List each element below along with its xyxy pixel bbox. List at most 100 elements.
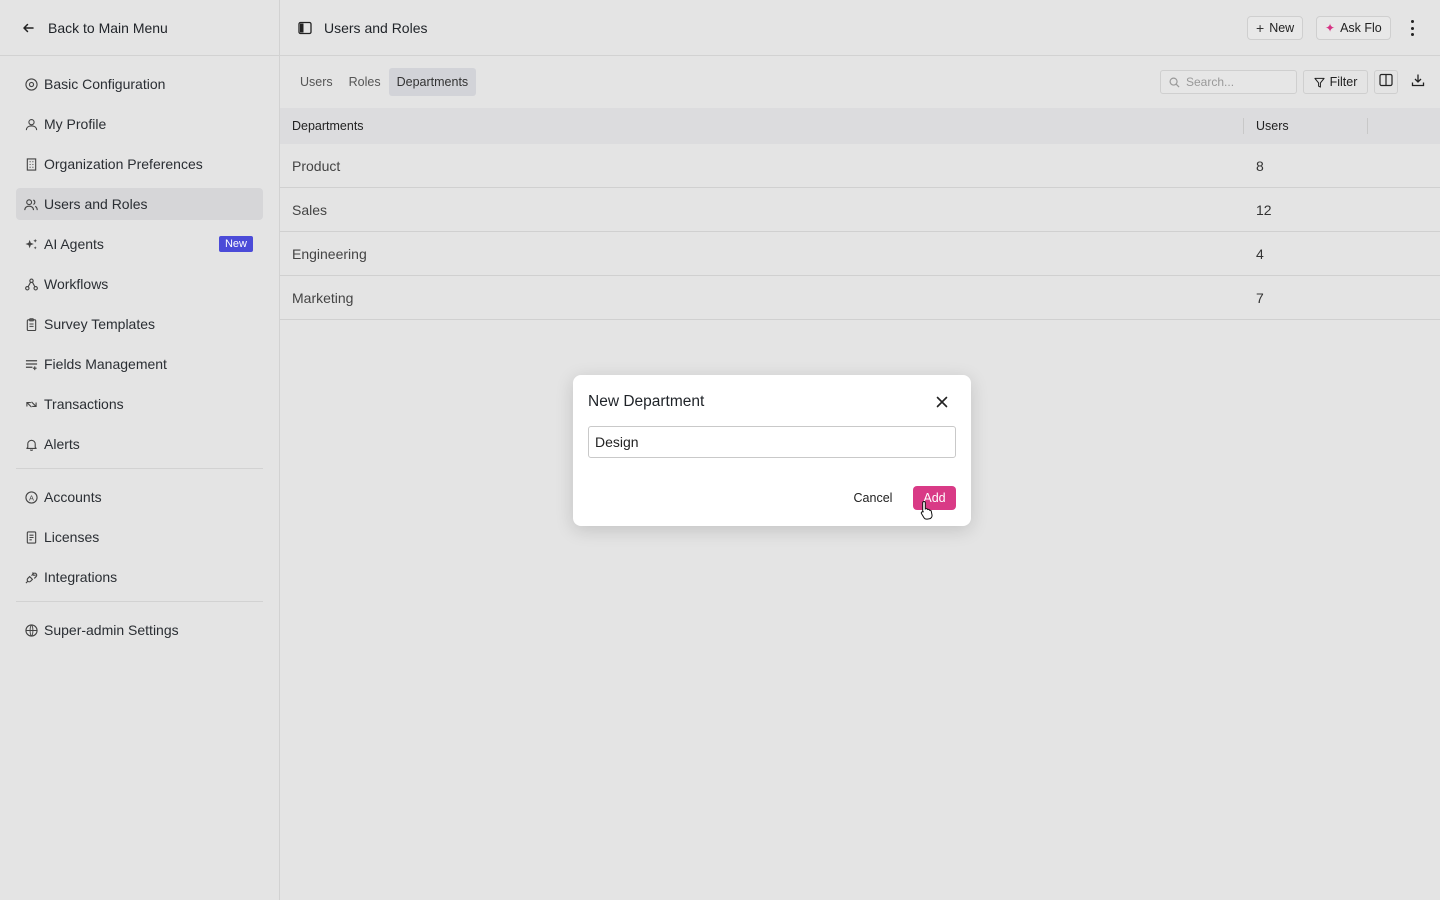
more-menu-icon[interactable] [1404,18,1420,38]
sparkle-icon: ✦ [1325,21,1336,35]
department-user-count: 12 [1256,202,1272,218]
department-user-count: 7 [1256,290,1264,306]
sidebar-item-my-profile[interactable]: My Profile [16,108,263,140]
page-title: Users and Roles [324,19,428,36]
toolbar: Users Roles Departments Search... Filter [280,56,1440,108]
sidebar-item-licenses[interactable]: Licenses [16,521,263,553]
sidebar-nav: Basic Configuration My Profile Organizat… [0,56,279,646]
arrow-left-icon [20,20,36,36]
sidebar-item-basic-configuration[interactable]: Basic Configuration [16,68,263,100]
column-resize-handle[interactable] [1243,118,1244,134]
table-row[interactable]: Marketing 7 [280,276,1440,320]
column-resize-handle[interactable] [1367,118,1368,134]
sidebar-item-label: Organization Preferences [44,156,203,172]
plug-icon [24,570,38,584]
sidebar-item-label: Accounts [44,489,102,505]
departments-table: Departments Users Product 8 Sales 12 Eng… [280,108,1440,320]
filter-button[interactable]: Filter [1303,70,1368,94]
license-icon [24,530,38,544]
plus-icon: + [1256,20,1265,36]
back-label: Back to Main Menu [48,19,168,36]
sidebar-item-label: Transactions [44,396,124,412]
download-button[interactable] [1406,70,1430,94]
sidebar-divider [16,468,263,469]
ask-flo-button[interactable]: ✦ Ask Flo [1316,16,1391,40]
column-header-departments[interactable]: Departments [292,119,364,133]
users-icon [24,197,38,211]
sidebar-item-label: Super-admin Settings [44,622,179,638]
new-button[interactable]: + New [1247,16,1304,40]
sidebar-item-alerts[interactable]: Alerts [16,428,263,460]
download-icon [1411,73,1425,92]
clipboard-icon [24,317,38,331]
shield-icon [24,623,38,637]
department-name-input[interactable]: Design [588,426,956,458]
workflow-icon [24,277,38,291]
department-name: Product [292,158,341,174]
filter-label: Filter [1329,75,1358,89]
table-row[interactable]: Product 8 [280,144,1440,188]
department-name: Sales [292,202,328,218]
bell-icon [24,437,38,451]
account-icon: A [24,490,38,504]
columns-button[interactable] [1374,70,1398,94]
sidebar-item-ai-agents[interactable]: AI Agents New [16,228,263,260]
table-row[interactable]: Engineering 4 [280,232,1440,276]
sidebar-item-accounts[interactable]: A Accounts [16,481,263,513]
search-placeholder: Search... [1186,75,1235,89]
sparkle-icon [24,237,38,251]
svg-text:A: A [29,493,34,502]
sidebar-item-label: Workflows [44,276,109,292]
sidebar-item-transactions[interactable]: Transactions [16,388,263,420]
sidebar-item-label: Basic Configuration [44,76,166,92]
search-input[interactable]: Search... [1160,70,1297,94]
tab-bar: Users Roles Departments [292,68,477,96]
back-to-main-menu-button[interactable]: Back to Main Menu [0,0,279,56]
filter-icon [1314,77,1325,88]
page-header: Users and Roles + New ✦ Ask Flo [280,0,1440,56]
pointer-cursor-icon [919,500,935,520]
sidebar-item-integrations[interactable]: Integrations [16,561,263,593]
building-icon [24,157,38,171]
sidebar-item-label: Integrations [44,569,118,585]
sidebar-item-organization-preferences[interactable]: Organization Preferences [16,148,263,180]
tab-roles[interactable]: Roles [341,68,389,96]
transfer-icon [24,397,38,411]
sidebar-item-label: Users and Roles [44,196,148,212]
sidebar-item-label: AI Agents [44,236,104,252]
sidebar-item-label: Fields Management [44,356,167,372]
new-button-label: New [1269,21,1295,35]
settings-circle-icon [24,77,38,91]
sidebar-item-workflows[interactable]: Workflows [16,268,263,300]
new-badge: New [218,236,253,252]
table-header: Departments Users [280,108,1440,144]
sidebar-item-users-and-roles[interactable]: Users and Roles [16,188,263,220]
sidebar: Back to Main Menu Basic Configuration My… [0,0,280,900]
sidebar-item-label: Survey Templates [44,316,156,332]
dialog-title: New Department [588,393,705,410]
sidebar-item-label: Alerts [44,436,80,452]
sidebar-item-survey-templates[interactable]: Survey Templates [16,308,263,340]
department-name: Engineering [292,246,367,262]
sidebar-toggle-icon[interactable] [298,21,312,35]
sidebar-item-fields-management[interactable]: Fields Management [16,348,263,380]
department-user-count: 4 [1256,246,1264,262]
new-department-dialog: New Department Design Cancel Add [573,375,971,526]
department-name: Marketing [292,290,354,306]
person-icon [24,117,38,131]
close-icon[interactable] [935,395,949,409]
ask-flo-label: Ask Flo [1340,21,1382,35]
sidebar-item-label: My Profile [44,116,107,132]
sidebar-item-label: Licenses [44,529,100,545]
department-user-count: 8 [1256,158,1264,174]
tab-departments[interactable]: Departments [388,68,477,96]
search-icon [1169,77,1180,88]
tab-users[interactable]: Users [292,68,341,96]
sidebar-divider [16,601,263,602]
columns-icon [1379,73,1393,92]
column-header-users[interactable]: Users [1256,119,1289,133]
sidebar-item-super-admin-settings[interactable]: Super-admin Settings [16,614,263,646]
cancel-button[interactable]: Cancel [848,486,898,510]
table-row[interactable]: Sales 12 [280,188,1440,232]
list-icon [24,357,38,371]
